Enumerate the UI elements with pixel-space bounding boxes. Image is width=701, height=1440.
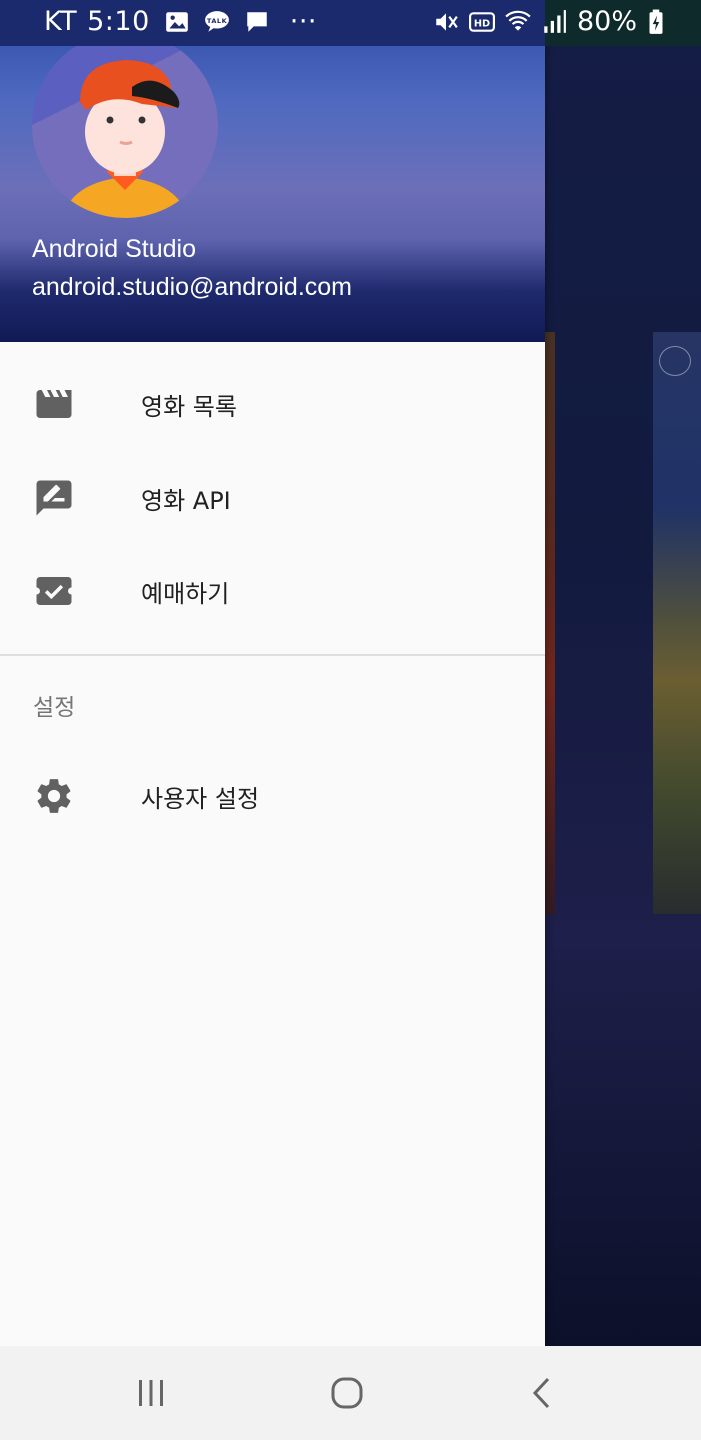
settings-gear-icon <box>33 775 75 817</box>
recent-apps-button[interactable] <box>91 1346 211 1440</box>
movie-poster-right[interactable] <box>653 332 701 914</box>
hd-icon: HD <box>468 9 495 35</box>
message-icon <box>244 9 270 35</box>
navigation-drawer: Android Studio android.studio@android.co… <box>0 0 545 1346</box>
status-right: HD 80% <box>433 6 665 37</box>
home-button[interactable] <box>287 1346 407 1440</box>
movie-icon <box>33 383 75 425</box>
menu-item-user-settings[interactable]: 사용자 설정 <box>0 750 545 842</box>
carrier-label: KT <box>44 6 78 37</box>
home-icon <box>331 1377 363 1409</box>
status-bar: KT 5:10 TALK ··· HD 80% <box>0 0 701 46</box>
drawer-header: Android Studio android.studio@android.co… <box>0 0 545 342</box>
user-email: android.studio@android.com <box>32 273 353 301</box>
svg-text:TALK: TALK <box>207 17 228 25</box>
talk-icon: TALK <box>204 9 230 35</box>
system-navigation-bar <box>0 1346 701 1440</box>
rate-review-icon <box>33 477 75 519</box>
user-name: Android Studio <box>32 235 197 263</box>
ticket-check-icon <box>33 570 75 612</box>
more-notifications: ··· <box>289 6 317 37</box>
svg-text:HD: HD <box>474 18 490 29</box>
signal-icon <box>541 9 567 35</box>
divider <box>0 654 545 656</box>
back-icon <box>532 1377 550 1409</box>
menu-item-movie-api[interactable]: 영화 API <box>0 452 545 544</box>
image-icon <box>164 9 190 35</box>
status-left: KT 5:10 TALK ··· <box>44 6 317 37</box>
recent-apps-icon <box>139 1380 163 1406</box>
battery-level: 80% <box>576 6 637 37</box>
menu-item-label: 예매하기 <box>141 579 230 608</box>
avatar[interactable] <box>32 32 218 218</box>
menu-item-label: 사용자 설정 <box>141 784 260 813</box>
wifi-icon <box>505 9 531 35</box>
back-button[interactable] <box>483 1346 603 1440</box>
mute-icon <box>433 9 459 35</box>
settings-section-title: 설정 <box>33 695 76 721</box>
menu-item-movie-list[interactable]: 영화 목록 <box>0 358 545 450</box>
award-laurel-icon <box>659 346 691 376</box>
clock: 5:10 <box>87 6 150 37</box>
menu-item-label: 영화 API <box>141 486 231 515</box>
menu-item-label: 영화 목록 <box>141 392 237 421</box>
menu-item-reservation[interactable]: 예매하기 <box>0 545 545 637</box>
battery-charging-icon <box>647 9 665 35</box>
